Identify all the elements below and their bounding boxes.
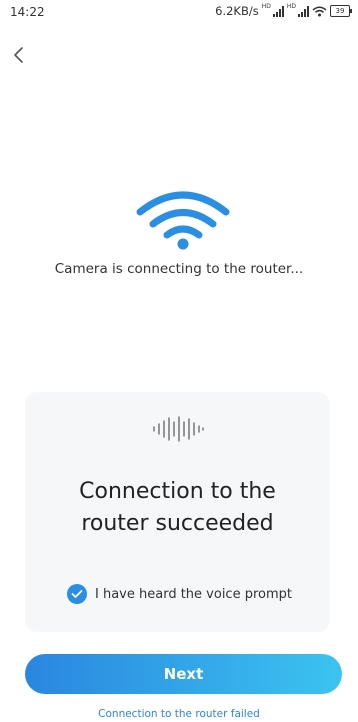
connection-result-card: Connection to the router succeeded I hav…: [25, 392, 330, 632]
connection-failed-link[interactable]: Connection to the router failed: [0, 708, 358, 720]
check-icon: [71, 590, 83, 598]
status-time: 14:22: [10, 5, 45, 19]
status-bar: 14:22 6.2KB/s HD HD 39: [0, 0, 358, 22]
success-title-line1: Connection to the: [79, 479, 276, 504]
connecting-status-text: Camera is connecting to the router...: [54, 261, 304, 277]
wifi-status-icon: [312, 6, 327, 16]
chevron-left-icon: [14, 47, 23, 63]
hd-icon: HD: [286, 3, 296, 10]
cell-signal-icon: [272, 5, 284, 17]
checkbox-label: I have heard the voice prompt: [95, 586, 292, 602]
hd-icon: HD: [261, 3, 271, 10]
battery-icon: 39: [330, 5, 352, 17]
back-button[interactable]: [6, 42, 30, 68]
next-button[interactable]: Next: [25, 654, 342, 694]
network-speed: 6.2KB/s: [215, 4, 259, 18]
success-title-line2: router succeeded: [81, 511, 274, 536]
voice-prompt-checkbox[interactable]: I have heard the voice prompt: [67, 584, 292, 604]
status-indicators: 6.2KB/s HD HD 39: [215, 3, 352, 18]
voice-wave-icon: [153, 416, 204, 442]
checkbox-checked[interactable]: [67, 584, 87, 604]
cell-signal-icon: [298, 5, 309, 17]
success-title: Connection to the router succeeded: [25, 476, 330, 540]
wifi-icon: [136, 191, 230, 250]
